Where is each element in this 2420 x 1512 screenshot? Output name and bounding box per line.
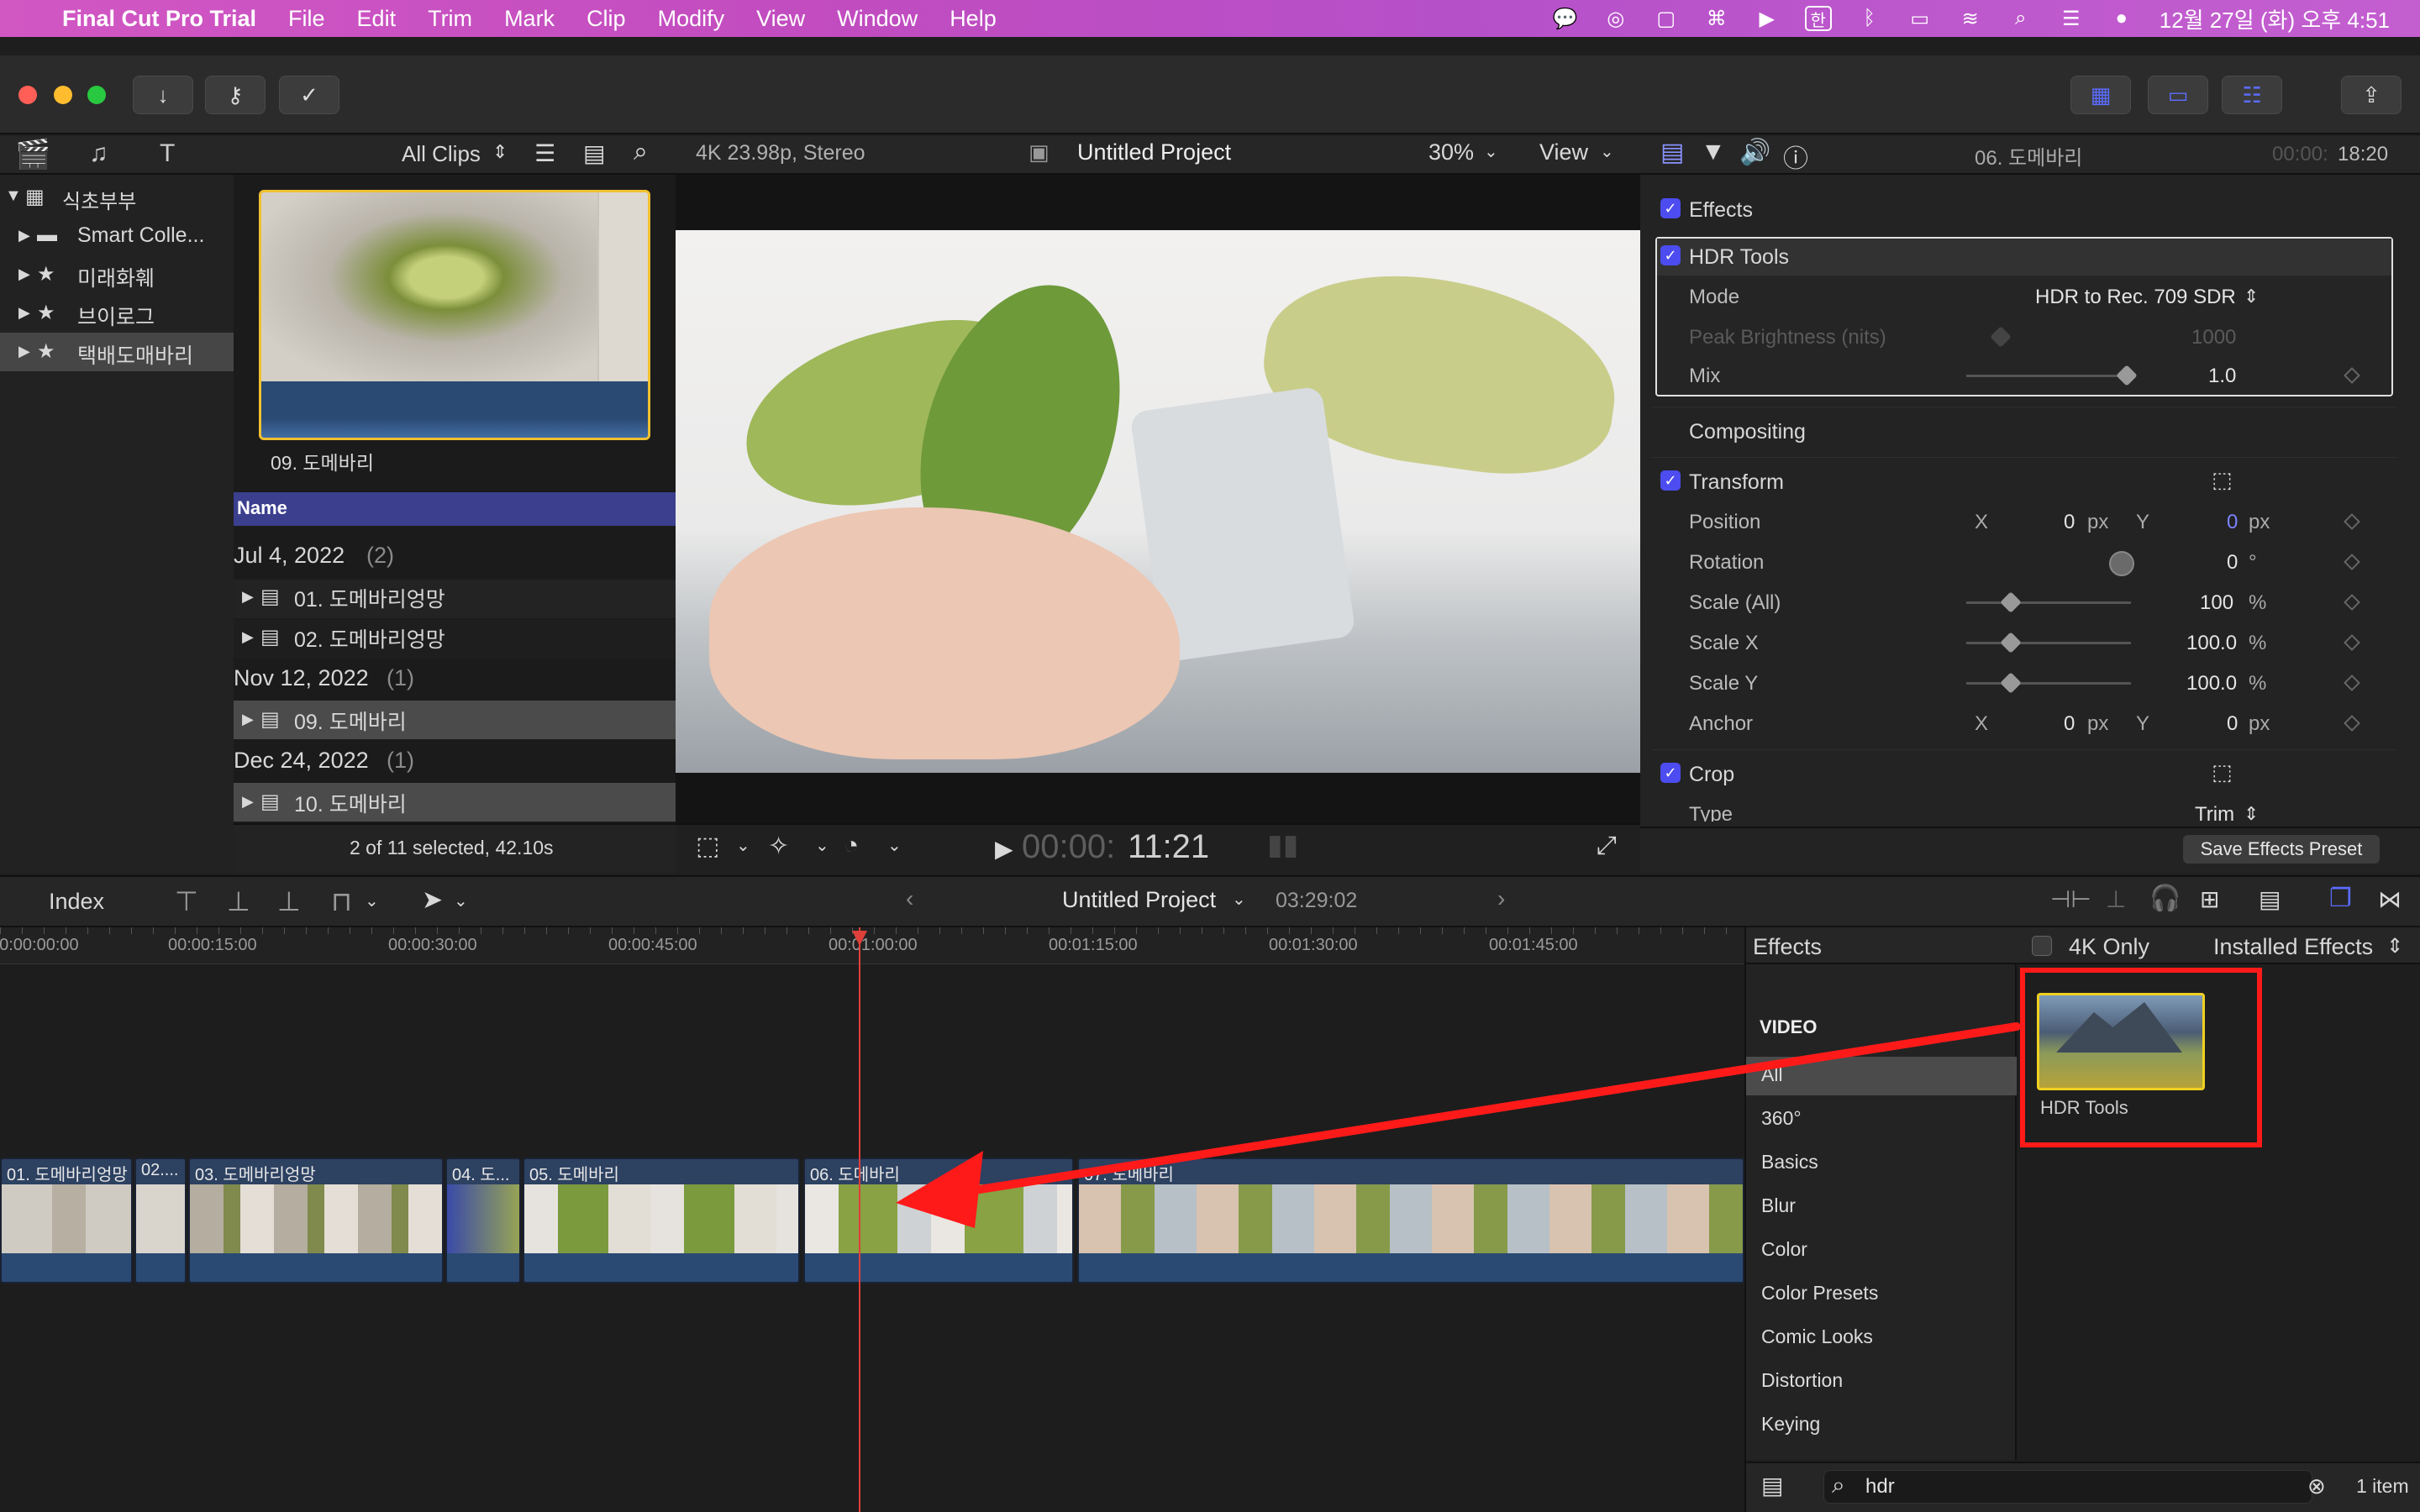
annotation-arrowhead <box>896 1151 983 1228</box>
annotation-arrow-shaft <box>954 1022 2021 1197</box>
annotation-arrow <box>896 1022 2021 1228</box>
